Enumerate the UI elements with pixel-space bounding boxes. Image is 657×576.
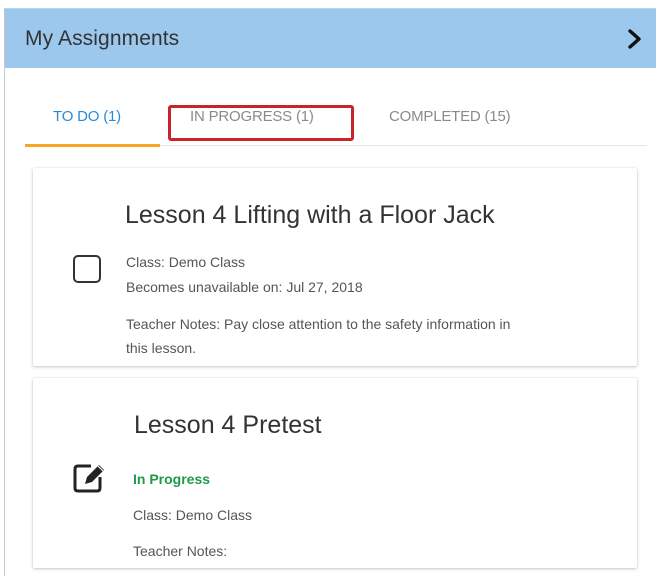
status-badge: In Progress <box>133 471 211 487</box>
assignment-title[interactable]: Lesson 4 Pretest <box>134 411 322 440</box>
assignment-title[interactable]: Lesson 4 Lifting with a Floor Jack <box>125 201 495 230</box>
assignment-card[interactable]: Lesson 4 Lifting with a Floor Jack Class… <box>33 168 637 366</box>
checkbox-icon[interactable] <box>73 255 101 283</box>
edit-icon[interactable] <box>71 461 107 495</box>
in-progress-highlight <box>168 105 354 141</box>
assignment-unavailable-date: Becomes unavailable on: Jul 27, 2018 <box>126 279 363 295</box>
my-assignments-panel: My Assignments TO DO (1) IN PROGRESS (1)… <box>4 8 656 576</box>
tab-to-do[interactable]: TO DO (1) <box>53 108 121 125</box>
tab-completed[interactable]: COMPLETED (15) <box>389 108 511 125</box>
active-tab-indicator <box>25 144 160 147</box>
assignment-teacher-notes: Teacher Notes: <box>133 543 228 559</box>
assignment-teacher-notes-continued: this lesson. <box>126 340 197 356</box>
panel-header[interactable]: My Assignments <box>5 8 656 68</box>
assignment-teacher-notes: Teacher Notes: Pay close attention to th… <box>126 316 511 332</box>
assignment-class: Class: Demo Class <box>126 254 246 270</box>
panel-title: My Assignments <box>25 27 180 50</box>
assignment-class: Class: Demo Class <box>133 507 253 523</box>
chevron-right-icon[interactable] <box>625 27 645 51</box>
assignment-card[interactable]: Lesson 4 Pretest In Progress Class: Demo… <box>33 378 637 568</box>
